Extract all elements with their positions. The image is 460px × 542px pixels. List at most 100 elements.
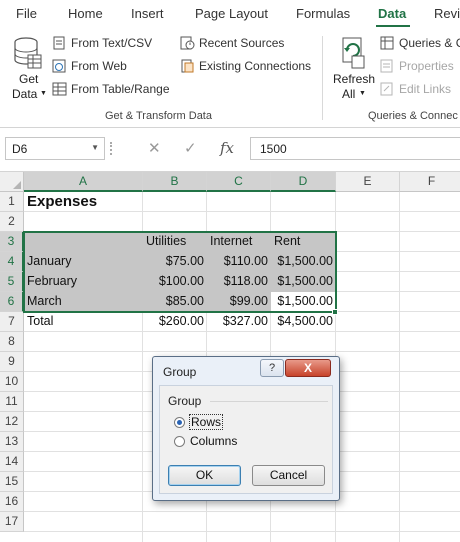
- recent-sources-icon: [180, 36, 195, 50]
- insert-function-icon[interactable]: fx: [220, 139, 234, 157]
- active-tab-indicator: [376, 25, 410, 27]
- cell-b6[interactable]: $85.00: [143, 292, 207, 312]
- radio-unchecked-icon[interactable]: [174, 435, 185, 447]
- cell-d3[interactable]: Rent: [271, 232, 336, 252]
- row-header[interactable]: 2: [0, 212, 24, 232]
- row-header[interactable]: 10: [0, 372, 24, 392]
- queries-connections-button[interactable]: Queries & C: [380, 36, 460, 50]
- refresh-label-line1: Refresh: [333, 72, 376, 86]
- from-text-csv-button[interactable]: From Text/CSV: [52, 36, 152, 50]
- row-header[interactable]: 16: [0, 492, 24, 512]
- row-header[interactable]: 14: [0, 452, 24, 472]
- cell-a5[interactable]: February: [24, 272, 143, 292]
- cell-c4[interactable]: $110.00: [207, 252, 271, 272]
- queries-icon: [380, 36, 394, 50]
- dialog-title: Group: [163, 365, 197, 379]
- from-table-range-button[interactable]: From Table/Range: [52, 82, 170, 96]
- cell-a4[interactable]: January: [24, 252, 143, 272]
- get-data-label-line1: Get: [19, 72, 39, 86]
- cell-c7[interactable]: $327.00: [207, 312, 271, 332]
- formula-bar: D6 ▼ ✕ ✓ fx 1500: [0, 128, 460, 172]
- column-header-f[interactable]: F: [400, 172, 460, 192]
- text-file-icon: [53, 36, 65, 50]
- group-label-get-transform: Get & Transform Data: [105, 110, 212, 122]
- group-label-queries: Queries & Connec: [368, 110, 458, 122]
- row-header[interactable]: 6: [0, 292, 24, 312]
- row-header[interactable]: 1: [0, 192, 24, 212]
- tab-page-layout[interactable]: Page Layout: [195, 6, 268, 21]
- cell-b4[interactable]: $75.00: [143, 252, 207, 272]
- database-icon: [14, 37, 42, 69]
- tab-insert[interactable]: Insert: [131, 6, 164, 21]
- row-header[interactable]: 15: [0, 472, 24, 492]
- column-header-b[interactable]: B: [143, 172, 207, 192]
- row-header[interactable]: 4: [0, 252, 24, 272]
- ribbon: Get Data ▼ From Text/CSV From Web From T…: [0, 30, 460, 128]
- row-header[interactable]: 17: [0, 512, 24, 532]
- group-box-label: Group: [168, 394, 202, 408]
- from-web-button[interactable]: From Web: [52, 59, 127, 73]
- existing-connections-button[interactable]: Existing Connections: [180, 59, 311, 73]
- cell-c6[interactable]: $99.00: [207, 292, 271, 312]
- cell-c5[interactable]: $118.00: [207, 272, 271, 292]
- radio-rows-label: Rows: [188, 414, 224, 430]
- cell-d7[interactable]: $4,500.00: [271, 312, 336, 332]
- tab-formulas[interactable]: Formulas: [296, 6, 350, 21]
- row-header[interactable]: 9: [0, 352, 24, 372]
- tab-data[interactable]: Data: [378, 6, 406, 21]
- column-header-e[interactable]: E: [336, 172, 400, 192]
- properties-button[interactable]: Properties: [380, 59, 454, 73]
- cancel-button[interactable]: Cancel: [252, 465, 325, 486]
- chevron-down-icon: ▼: [359, 90, 366, 97]
- cell-d4[interactable]: $1,500.00: [271, 252, 336, 272]
- column-header-c[interactable]: C: [207, 172, 271, 192]
- ribbon-separator: [322, 36, 323, 120]
- row-header[interactable]: 13: [0, 432, 24, 452]
- cancel-icon[interactable]: ✕: [148, 139, 161, 157]
- row-header[interactable]: 7: [0, 312, 24, 332]
- select-all-button[interactable]: [0, 172, 24, 192]
- fill-handle[interactable]: [332, 309, 338, 315]
- cell-a6[interactable]: March: [24, 292, 143, 312]
- formula-input[interactable]: 1500: [250, 137, 460, 160]
- get-data-button[interactable]: Get Data ▼: [8, 36, 48, 102]
- cell-a7[interactable]: Total: [24, 312, 143, 332]
- formula-buttons: ✕ ✓ fx: [116, 137, 244, 160]
- cell-d6[interactable]: $1,500.00: [271, 292, 336, 312]
- radio-checked-icon[interactable]: [174, 416, 185, 428]
- close-button[interactable]: X: [285, 359, 331, 377]
- get-data-label-line2: Data: [12, 87, 38, 101]
- enter-icon[interactable]: ✓: [184, 139, 197, 157]
- edit-links-button[interactable]: Edit Links: [380, 82, 451, 96]
- row-header[interactable]: 5: [0, 272, 24, 292]
- cell-b7[interactable]: $260.00: [143, 312, 207, 332]
- row-header[interactable]: 11: [0, 392, 24, 412]
- help-button[interactable]: ?: [260, 359, 284, 377]
- row-header[interactable]: 12: [0, 412, 24, 432]
- cell-c3[interactable]: Internet: [207, 232, 271, 252]
- tab-file[interactable]: File: [16, 6, 37, 21]
- cell-d5[interactable]: $1,500.00: [271, 272, 336, 292]
- chevron-down-icon: ▼: [40, 90, 47, 97]
- column-header-d[interactable]: D: [271, 172, 336, 192]
- row-header[interactable]: 8: [0, 332, 24, 352]
- tab-review[interactable]: Revie: [434, 6, 460, 21]
- dialog-body: Group Rows Columns OK Cancel: [159, 385, 333, 494]
- group-dialog: Group ? X Group Rows Columns OK Cancel: [152, 356, 340, 501]
- web-icon: [52, 59, 66, 73]
- existing-connections-icon: [181, 59, 194, 73]
- radio-rows[interactable]: Rows: [174, 414, 224, 430]
- name-box[interactable]: D6 ▼: [5, 137, 105, 160]
- ok-button[interactable]: OK: [168, 465, 241, 486]
- radio-columns[interactable]: Columns: [174, 434, 237, 448]
- cell-b3[interactable]: Utilities: [143, 232, 207, 252]
- cell-a1[interactable]: Expenses: [24, 192, 143, 212]
- refresh-all-button[interactable]: Refresh All ▼: [330, 36, 376, 102]
- chevron-down-icon[interactable]: ▼: [91, 143, 99, 152]
- properties-icon: [380, 59, 393, 73]
- row-header[interactable]: 3: [0, 232, 24, 252]
- column-header-a[interactable]: A: [24, 172, 143, 192]
- tab-home[interactable]: Home: [68, 6, 103, 21]
- cell-b5[interactable]: $100.00: [143, 272, 207, 292]
- recent-sources-button[interactable]: Recent Sources: [180, 36, 284, 50]
